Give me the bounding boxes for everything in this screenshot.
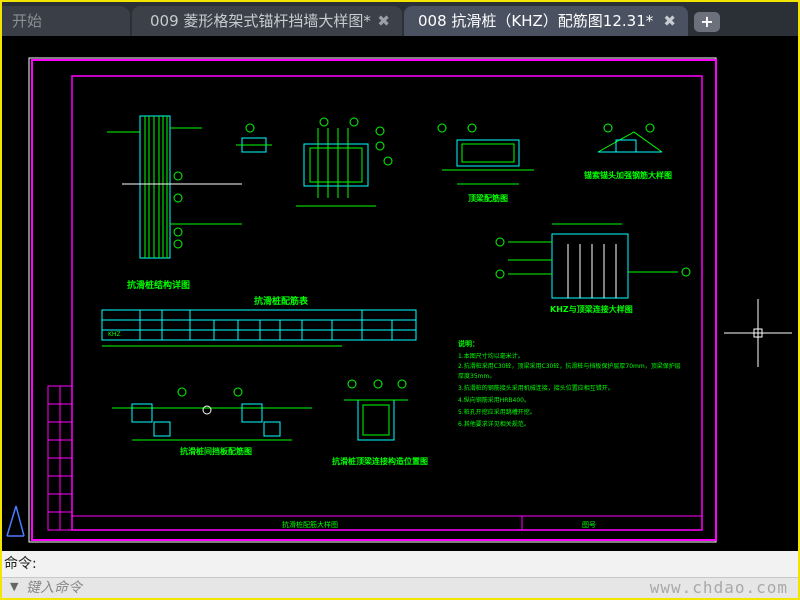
bolt-detail	[236, 123, 272, 153]
note-line: 1.本图尺寸均以毫米计。	[458, 352, 524, 360]
tab-drawing-009[interactable]: 009 菱形格架式锚杆挡墙大样图* ✖	[132, 6, 402, 36]
pile-elevation-caption: 抗滑桩结构详图	[127, 279, 190, 291]
close-icon[interactable]: ✖	[377, 6, 390, 36]
tab-start-label: 开始	[12, 12, 43, 30]
note-line: 5.桩孔开挖应采用跳槽开挖。	[458, 408, 536, 416]
note-line: 4.纵向钢筋采用HRB400。	[458, 396, 530, 404]
ucs-icon	[6, 505, 25, 537]
retaining-plan-view: 抗滑桩顶梁连接构造位置图	[332, 379, 428, 466]
command-input[interactable]	[26, 579, 626, 597]
command-history: 命令:	[2, 551, 798, 577]
chevron-down-icon[interactable]: ▼	[10, 580, 18, 593]
close-icon[interactable]: ✖	[663, 6, 676, 36]
anchor-detail-caption: 锚索锚头加强钢筋大样图	[584, 170, 672, 180]
retaining-plate-view: 抗滑桩间挡板配筋图	[112, 387, 312, 456]
anchor-head-detail-view: 锚索锚头加强钢筋大样图	[584, 123, 672, 180]
note-line: 3.抗滑桩的钢筋接头采用机械连接，接头位置应相互错开。	[458, 384, 614, 392]
rebar-table-row-label: KHZ	[108, 331, 121, 338]
command-history-text: 命令:	[4, 556, 37, 572]
notes-title: 说明：	[458, 339, 479, 348]
new-tab-button[interactable]: +	[694, 12, 720, 32]
top-beam-section-view: 顶梁配筋图	[437, 123, 534, 203]
watermark-text: www.chdao.com	[649, 578, 788, 597]
paper-outline	[28, 57, 717, 543]
tab-drawing-008-label: 008 抗滑桩（KHZ）配筋图12.31*	[418, 12, 654, 30]
pile-elevation-view: 抗滑桩结构详图	[107, 115, 242, 291]
rebar-table: 抗滑桩配筋表 KHZ	[101, 295, 417, 347]
khz-connection-detail-view: KHZ与顶梁连接大样图	[495, 223, 691, 314]
tab-drawing-009-label: 009 菱形格架式锚杆挡墙大样图*	[150, 12, 371, 30]
retaining-plan-caption: 抗滑桩顶梁连接构造位置图	[332, 456, 428, 466]
pile-section-view	[296, 117, 393, 207]
cad-drawing: 抗滑桩配筋大样图 图号 抗滑桩结构详图 顶梁配筋图 锚索锚头加强钢筋大样图 KH…	[6, 57, 792, 543]
signature-strip	[47, 385, 73, 531]
retaining-caption: 抗滑桩间挡板配筋图	[180, 446, 252, 456]
drawing-canvas[interactable]: 抗滑桩配筋大样图 图号 抗滑桩结构详图 顶梁配筋图 锚索锚头加强钢筋大样图 KH…	[2, 36, 798, 551]
note-line: 厚度35mm。	[458, 372, 495, 380]
design-notes: 说明： 1.本图尺寸均以毫米计。 2.抗滑桩采用C30砼，顶梁采用C30砼，抗滑…	[458, 339, 681, 428]
note-line: 6.其他要求详见相关规范。	[458, 420, 530, 428]
tab-start[interactable]: 开始	[2, 6, 130, 36]
top-beam-caption: 顶梁配筋图	[468, 193, 508, 203]
note-line: 2.抗滑桩采用C30砼，顶梁采用C30砼，抗滑桩与挡板保护层厚70mm，顶梁保护…	[458, 362, 681, 370]
sheet-name: 抗滑桩配筋大样图	[282, 520, 338, 529]
title-block: 抗滑桩配筋大样图 图号	[72, 515, 702, 530]
document-tab-bar: 开始 009 菱形格架式锚杆挡墙大样图* ✖ 008 抗滑桩（KHZ）配筋图12…	[2, 2, 798, 36]
tab-drawing-008-active[interactable]: 008 抗滑桩（KHZ）配筋图12.31* ✖	[404, 6, 688, 36]
crosshair-cursor	[724, 299, 792, 367]
command-line: ▼ www.chdao.com	[2, 577, 798, 598]
rebar-table-title: 抗滑桩配筋表	[254, 295, 309, 307]
khz-detail-caption: KHZ与顶梁连接大样图	[550, 304, 633, 314]
app-window: 开始 009 菱形格架式锚杆挡墙大样图* ✖ 008 抗滑桩（KHZ）配筋图12…	[0, 0, 800, 600]
sheet-number: 图号	[582, 521, 596, 529]
